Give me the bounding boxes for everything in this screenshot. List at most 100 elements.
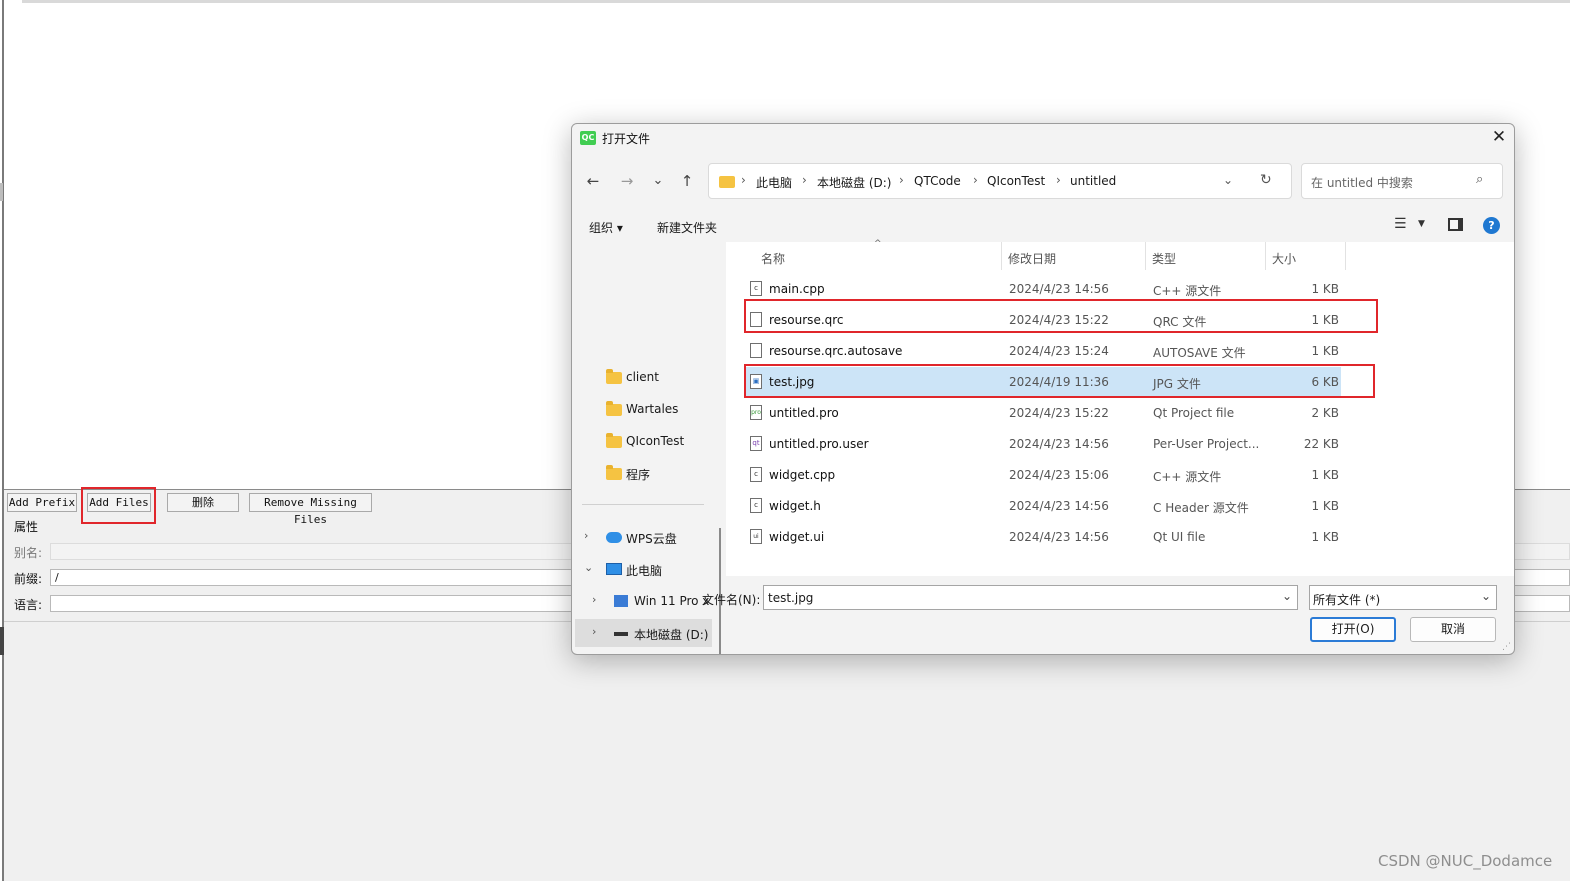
remove-missing-files-button[interactable]: Remove Missing Files [249, 493, 372, 526]
file-row[interactable]: c widget.h 2024/4/23 14:56 C Header 源文件 1 K… [745, 491, 1341, 521]
filename-input[interactable]: test.jpg ⌄ [763, 585, 1298, 610]
dialog-toolbar: 组织 ▾ 新建文件夹 ☰ ▼ ? [572, 210, 1514, 242]
cpp-file-icon: c [750, 281, 762, 296]
delete-button[interactable]: 删除 [167, 493, 239, 512]
column-separator[interactable] [1345, 242, 1346, 270]
sort-ascending-icon: ^ [874, 239, 882, 249]
column-separator[interactable] [1145, 242, 1146, 270]
column-separator[interactable] [1001, 242, 1002, 270]
dialog-titlebar: QC 打开文件 ✕ [572, 124, 1514, 152]
nav-folder-wartales[interactable]: Wartales [572, 395, 712, 423]
open-file-dialog: QC 打开文件 ✕ ← → ⌄ ↑ › 此电脑 › 本地磁盘 (D:) › QT… [571, 123, 1515, 655]
folder-icon [719, 176, 735, 188]
search-box[interactable]: 在 untitled 中搜索 ⌕ [1301, 163, 1503, 199]
qt-creator-icon: QC [580, 131, 596, 145]
nav-wps-cloud[interactable]: › WPS云盘 [572, 523, 712, 551]
file-list: ^ 名称 修改日期 类型 大小 c main.cpp 2024/4/23 14:5… [726, 239, 1514, 576]
chevron-down-icon[interactable]: ⌄ [584, 561, 593, 574]
search-icon[interactable]: ⌕ [1476, 172, 1483, 187]
add-prefix-button[interactable]: Add Prefix [7, 493, 77, 512]
nav-this-pc[interactable]: ⌄ 此电脑 [572, 555, 712, 583]
breadcrumb-this-pc[interactable]: 此电脑 [756, 174, 792, 191]
drive-icon [614, 632, 628, 636]
nav-network[interactable]: ›网络 [572, 651, 712, 654]
folder-icon [606, 369, 622, 384]
chevron-right-icon[interactable]: › [592, 593, 596, 606]
file-row[interactable]: pro untitled.pro 2024/4/23 15:22 Qt Projec… [745, 398, 1341, 428]
highlight-box [744, 364, 1375, 398]
file-type-filter-value: 所有文件 (*) [1313, 593, 1381, 607]
highlight-box [744, 299, 1378, 333]
breadcrumb-qtcode[interactable]: QTCode [914, 174, 961, 188]
column-header-size[interactable]: 大小 [1272, 250, 1296, 267]
breadcrumb-qicontest[interactable]: QIconTest [987, 174, 1045, 188]
visual-studio-file-icon: qt [750, 436, 762, 451]
up-folder-icon[interactable]: ↑ [676, 170, 698, 192]
chevron-down-icon[interactable]: ⌄ [1223, 173, 1233, 187]
breadcrumb-separator: › [1056, 173, 1061, 187]
prefix-label: 前缀: [14, 572, 43, 586]
column-header-name[interactable]: 名称 [761, 250, 785, 267]
left-edge-marker [0, 183, 3, 201]
nav-folder-client[interactable]: client [572, 363, 712, 391]
nav-win11-drive[interactable]: › Win 11 Pro x [572, 587, 712, 615]
chevron-right-icon[interactable]: › [584, 529, 588, 542]
preview-pane-icon[interactable] [1448, 218, 1463, 231]
forward-icon[interactable]: → [616, 170, 638, 192]
chevron-down-icon[interactable]: ⌄ [1481, 589, 1491, 603]
properties-title: 属性 [14, 520, 39, 534]
folder-icon [606, 433, 622, 448]
resize-grip-icon[interactable]: ⋰ [1502, 642, 1511, 652]
nav-folder-qicontest[interactable]: QIconTest [572, 427, 712, 455]
windows-drive-icon [614, 595, 628, 607]
chevron-down-icon[interactable]: ⌄ [1282, 589, 1292, 603]
folder-icon [606, 401, 622, 416]
column-header-date[interactable]: 修改日期 [1008, 250, 1056, 267]
cloud-icon [606, 532, 622, 543]
chevron-down-icon[interactable]: ▼ [1418, 219, 1425, 229]
file-row[interactable]: c widget.cpp 2024/4/23 15:06 C++ 源文件 1 KB [745, 460, 1341, 490]
dialog-title: 打开文件 [602, 132, 651, 146]
search-placeholder: 在 untitled 中搜索 [1311, 176, 1413, 190]
view-options-icon[interactable]: ☰ [1394, 216, 1407, 232]
folder-icon [606, 465, 622, 480]
breadcrumb-separator: › [802, 173, 807, 187]
refresh-icon[interactable]: ↻ [1260, 172, 1272, 188]
chevron-right-icon[interactable]: › [592, 625, 596, 638]
file-type-filter[interactable]: 所有文件 (*) ⌄ [1309, 585, 1497, 610]
highlight-box [81, 487, 156, 524]
column-separator[interactable] [1265, 242, 1266, 270]
new-folder-button[interactable]: 新建文件夹 [657, 219, 717, 236]
nav-local-disk-d[interactable]: › 本地磁盘 (D:) [575, 619, 712, 647]
window-top-border [22, 0, 1570, 3]
breadcrumb-separator: › [899, 173, 904, 187]
file-row[interactable]: qt untitled.pro.user 2024/4/23 14:56 Per-U… [745, 429, 1341, 459]
navigation-pane: client Wartales QIconTest 程序 › WPS云盘 ⌄ 此电脑… [572, 242, 721, 654]
file-icon [750, 343, 762, 358]
qt-project-file-icon: pro [750, 405, 762, 420]
back-icon[interactable]: ← [582, 170, 604, 192]
file-row[interactable]: ui widget.ui 2024/4/23 14:56 Qt UI file 1 K… [745, 522, 1341, 552]
breadcrumb-separator: › [741, 173, 746, 187]
alias-label: 别名: [14, 546, 43, 560]
open-button[interactable]: 打开(O) [1310, 617, 1396, 642]
watermark: CSDN @NUC_Dodamce [1378, 852, 1553, 870]
computer-icon [606, 563, 622, 575]
help-icon[interactable]: ? [1483, 217, 1500, 234]
organize-menu[interactable]: 组织 ▾ [589, 219, 623, 236]
column-header-type[interactable]: 类型 [1152, 250, 1176, 267]
nav-divider [582, 504, 704, 505]
breadcrumb-local-disk[interactable]: 本地磁盘 (D:) [817, 174, 891, 191]
language-label: 语言: [14, 598, 43, 612]
address-bar[interactable]: › 此电脑 › 本地磁盘 (D:) › QTCode › QIconTest ›… [708, 163, 1292, 199]
nav-folder-programs[interactable]: 程序 [572, 459, 712, 487]
breadcrumb-separator: › [973, 173, 978, 187]
breadcrumb-untitled[interactable]: untitled [1070, 174, 1116, 188]
close-icon[interactable]: ✕ [1488, 126, 1510, 148]
recent-locations-icon[interactable]: ⌄ [647, 170, 669, 192]
file-row[interactable]: resourse.qrc.autosave 2024/4/23 15:24 AUTO… [745, 336, 1341, 366]
cancel-button[interactable]: 取消 [1410, 617, 1496, 642]
header-file-icon: c [750, 498, 762, 513]
ui-file-icon: ui [750, 529, 762, 544]
cpp-file-icon: c [750, 467, 762, 482]
